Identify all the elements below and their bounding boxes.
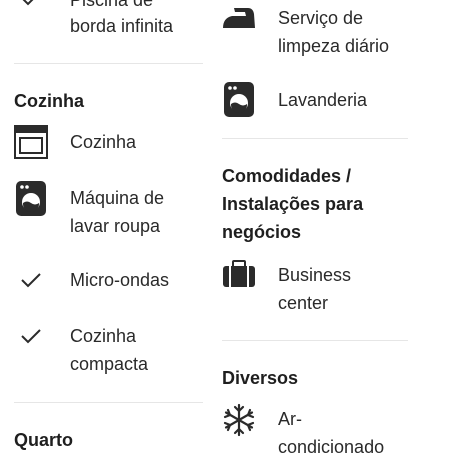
divider xyxy=(14,63,203,64)
amenity-label: Cozinha xyxy=(70,132,137,152)
washing-machine-icon xyxy=(224,82,254,117)
amenity-label: compacta xyxy=(70,354,149,374)
oven-icon xyxy=(14,125,48,159)
divider xyxy=(222,340,408,341)
amenity-label: limpeza diário xyxy=(278,36,390,56)
section-title-misc: Diversos xyxy=(222,368,299,388)
amenity-label: Ar- xyxy=(278,409,302,429)
amenity-label: condicionado xyxy=(278,437,385,457)
check-icon xyxy=(20,328,42,346)
divider xyxy=(222,138,408,139)
amenity-label: borda infinita xyxy=(70,16,174,36)
check-icon xyxy=(20,272,42,290)
amenity-label: Lavanderia xyxy=(278,90,368,110)
amenity-label: Business xyxy=(278,265,352,285)
section-title-business: Comodidades / xyxy=(222,166,352,186)
washing-machine-icon xyxy=(16,181,46,216)
amenity-label: lavar roupa xyxy=(70,216,161,236)
amenity-label: center xyxy=(278,293,329,313)
amenity-label: Cozinha xyxy=(70,326,137,346)
iron-icon xyxy=(222,6,256,30)
amenity-label: Máquina de xyxy=(70,188,165,208)
amenity-label: Serviço de xyxy=(278,8,364,28)
amenity-label: Micro-ondas xyxy=(70,270,170,290)
section-title-business: negócios xyxy=(222,222,302,242)
section-title-kitchen: Cozinha xyxy=(14,91,84,111)
snowflake-icon xyxy=(222,403,256,437)
briefcase-icon xyxy=(222,260,256,288)
section-title-business: Instalações para xyxy=(222,194,364,214)
check-icon xyxy=(20,0,42,8)
divider xyxy=(14,402,203,403)
